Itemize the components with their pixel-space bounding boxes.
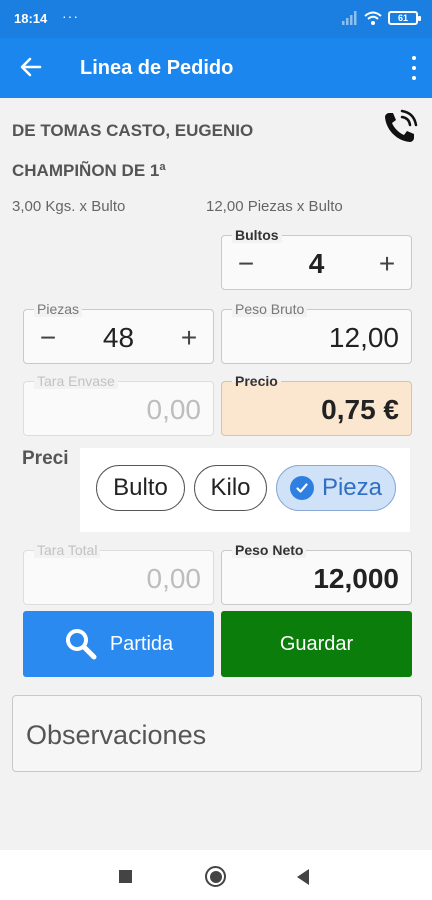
notification-dots: ···: [62, 8, 79, 24]
bultos-label: Bultos: [232, 227, 282, 243]
home-circle-icon[interactable]: [205, 866, 226, 887]
product-name: CHAMPIÑON DE 1ª: [12, 161, 166, 180]
piezas-decrement-button[interactable]: −: [34, 322, 62, 354]
bultos-stepper[interactable]: Bultos − 4 +: [221, 227, 412, 290]
recents-square-icon[interactable]: [119, 870, 132, 883]
client-name: DE TOMAS CASTO, EUGENIO: [12, 121, 254, 140]
more-vert-icon[interactable]: [410, 56, 418, 80]
piezas-label: Piezas: [34, 301, 83, 317]
price-mode-pieza-label: Pieza: [321, 474, 383, 501]
price-mode-pieza[interactable]: Pieza: [276, 465, 396, 511]
search-icon: [65, 629, 97, 660]
guardar-button[interactable]: Guardar: [221, 611, 412, 677]
check-circle-icon: [289, 476, 314, 500]
peso-bruto-value[interactable]: 12,00: [329, 322, 399, 354]
precio-field[interactable]: Precio 0,75 €: [221, 373, 412, 436]
price-mode-kilo-label: Kilo: [210, 474, 251, 501]
bultos-decrement-button[interactable]: −: [232, 248, 260, 280]
signal-icon: [342, 11, 357, 25]
status-time: 18:14: [14, 11, 48, 26]
peso-neto-field[interactable]: Peso Neto 12,000: [221, 542, 412, 605]
tara-total-field: Tara Total 0,00: [23, 542, 214, 605]
battery-icon: 61: [388, 11, 421, 25]
back-triangle-icon[interactable]: [297, 869, 309, 885]
guardar-button-label: Guardar: [279, 632, 354, 655]
page-title: Linea de Pedido: [80, 57, 234, 79]
observaciones-field[interactable]: Observaciones: [12, 695, 422, 772]
precio-value[interactable]: 0,75 €: [321, 394, 399, 426]
price-mode-selector: Bulto Kilo Pieza: [80, 448, 410, 532]
status-bar: 18:14 ··· 61: [0, 0, 432, 38]
unit-kgs-per-bulto: 3,00 Kgs. x Bulto: [12, 198, 126, 215]
app-bar: Linea de Pedido: [0, 38, 432, 98]
tara-envase-field: Tara Envase 0,00: [23, 373, 214, 436]
partida-button-label: Partida: [109, 632, 174, 655]
price-mode-kilo[interactable]: Kilo: [194, 465, 267, 511]
peso-neto-value[interactable]: 12,000: [313, 563, 399, 595]
tara-total-label: Tara Total: [34, 542, 101, 558]
peso-bruto-label: Peso Bruto: [232, 301, 308, 317]
unit-piezas-per-bulto: 12,00 Piezas x Bulto: [206, 198, 343, 215]
peso-neto-label: Peso Neto: [232, 542, 307, 558]
price-mode-bulto[interactable]: Bulto: [96, 465, 185, 511]
phone-call-icon[interactable]: [380, 107, 420, 147]
wifi-icon: [364, 11, 382, 25]
observaciones-placeholder: Observaciones: [26, 720, 207, 750]
bultos-increment-button[interactable]: +: [373, 248, 401, 280]
system-nav-bar: [0, 850, 432, 900]
piezas-stepper[interactable]: Piezas − 48 +: [23, 301, 214, 364]
tara-envase-label: Tara Envase: [34, 373, 118, 389]
tara-envase-value: 0,00: [146, 394, 202, 425]
price-mode-bulto-label: Bulto: [113, 474, 168, 501]
tara-total-value: 0,00: [146, 563, 202, 594]
bultos-value[interactable]: 4: [262, 248, 371, 280]
piezas-value[interactable]: 48: [64, 322, 173, 354]
piezas-increment-button[interactable]: +: [175, 322, 203, 354]
precio-label: Precio: [232, 373, 281, 389]
arrow-back-icon[interactable]: [18, 54, 44, 80]
partida-button[interactable]: Partida: [23, 611, 214, 677]
peso-bruto-field[interactable]: Peso Bruto 12,00: [221, 301, 412, 364]
price-mode-label: Preci: [22, 448, 69, 469]
